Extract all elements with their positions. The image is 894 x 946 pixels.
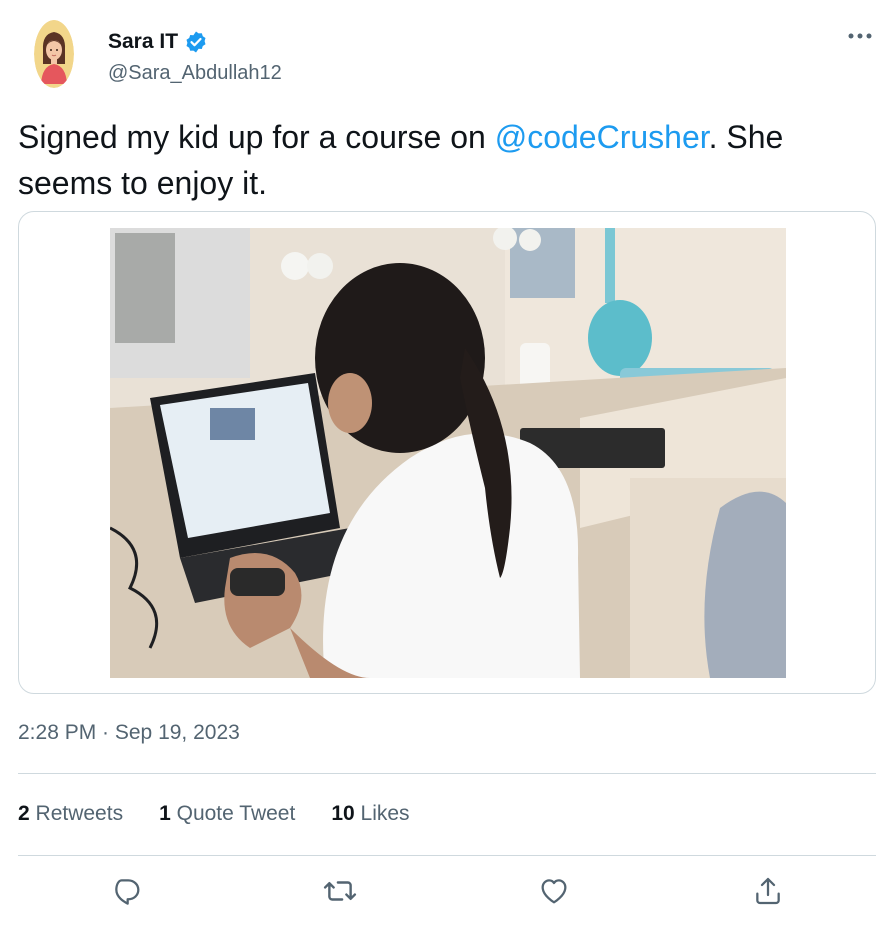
quotes-count: 1: [159, 802, 171, 825]
likes-label: Likes: [360, 802, 410, 825]
retweet-icon: [323, 881, 357, 901]
tweet-text-start: Signed my kid up for a course on: [18, 119, 495, 155]
more-horizontal-icon: [848, 33, 872, 39]
quotes-label: Quote Tweet: [176, 802, 296, 825]
tweet-timestamp[interactable]: 2:28 PM · Sep 19, 2023: [18, 721, 240, 745]
quote-tweets-stat[interactable]: 1 Quote Tweet: [159, 802, 295, 826]
retweets-stat[interactable]: 2 Retweets: [18, 802, 123, 826]
avatar[interactable]: [34, 20, 74, 88]
heart-icon: [541, 879, 567, 904]
divider: [18, 855, 876, 856]
share-icon: [756, 877, 780, 905]
display-name[interactable]: Sara IT: [108, 30, 178, 54]
share-button[interactable]: [751, 874, 785, 908]
retweets-count: 2: [18, 802, 30, 825]
tweet-text: Signed my kid up for a course on @codeCr…: [18, 114, 868, 206]
tweet-header: Sara IT @Sara_Abdullah12: [18, 18, 876, 90]
mention-link[interactable]: @codeCrusher: [495, 119, 709, 155]
display-name-row[interactable]: Sara IT: [108, 30, 208, 54]
tweet-photo[interactable]: [110, 228, 786, 678]
more-options-button[interactable]: [846, 22, 874, 50]
tweet-actions: [0, 874, 894, 914]
engagement-stats: 2 Retweets 1 Quote Tweet 10 Likes: [18, 802, 446, 826]
user-handle[interactable]: @Sara_Abdullah12: [108, 62, 282, 85]
retweets-label: Retweets: [35, 802, 124, 825]
reply-icon: [115, 879, 140, 905]
reply-button[interactable]: [108, 874, 142, 908]
verified-badge-icon: [184, 30, 208, 54]
retweet-button[interactable]: [323, 874, 357, 908]
like-button[interactable]: [537, 874, 571, 908]
likes-stat[interactable]: 10 Likes: [331, 802, 409, 826]
media-card[interactable]: [18, 211, 876, 694]
likes-count: 10: [331, 802, 355, 825]
divider: [18, 773, 876, 774]
